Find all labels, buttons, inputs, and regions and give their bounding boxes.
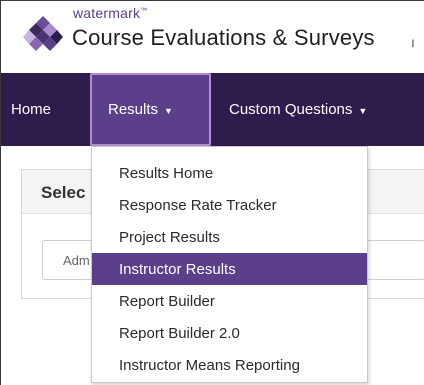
nav-results[interactable]: Results ▼: [90, 73, 211, 146]
field-value: Adm: [63, 253, 90, 268]
menu-item-results-home[interactable]: Results Home: [92, 157, 367, 189]
brand-company: watermark™: [73, 5, 148, 21]
caret-down-icon: ▼: [358, 105, 368, 116]
caret-down-icon: ▼: [164, 105, 173, 116]
nav-home[interactable]: Home: [11, 73, 51, 146]
brand-product-title: Course Evaluations & Surveys: [72, 25, 375, 50]
watermark-logo-icon: [23, 16, 63, 51]
menu-item-response-rate-tracker[interactable]: Response Rate Tracker: [92, 189, 367, 221]
brand-trailing-glyph: ı: [411, 34, 415, 50]
menu-item-instructor-means-reporting[interactable]: Instructor Means Reporting: [92, 349, 367, 381]
panel-title: Selec: [41, 183, 86, 202]
menu-item-report-builder[interactable]: Report Builder: [92, 285, 367, 317]
nav-custom-questions-label: Custom Questions: [229, 101, 353, 118]
results-dropdown-menu: Results Home Response Rate Tracker Proje…: [91, 146, 368, 383]
menu-item-report-builder-2[interactable]: Report Builder 2.0: [92, 317, 367, 349]
header: watermark™ Course Evaluations & Surveys …: [1, 1, 424, 73]
nav-custom-questions[interactable]: Custom Questions ▼: [229, 73, 367, 146]
menu-item-instructor-results[interactable]: Instructor Results: [92, 253, 367, 285]
main-navbar: Home Results ▼ Custom Questions ▼: [1, 73, 424, 146]
nav-results-label: Results: [108, 101, 159, 118]
nav-home-label: Home: [11, 101, 52, 118]
menu-item-project-results[interactable]: Project Results: [92, 221, 367, 253]
